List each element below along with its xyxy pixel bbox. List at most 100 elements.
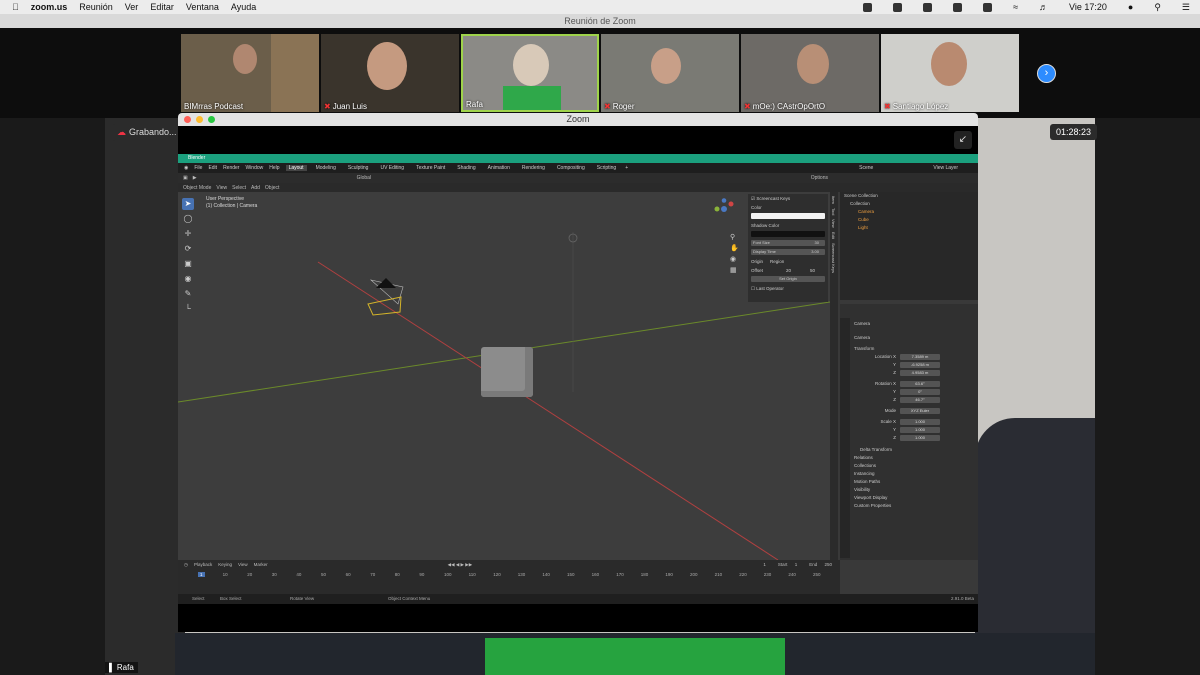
start-frame-field[interactable]: Start 1 (772, 562, 797, 567)
scale-tool-icon[interactable]: ▣ (182, 258, 194, 270)
menu-marker[interactable]: Marker (254, 562, 268, 567)
outliner-scene-collection[interactable]: Scene Collection (840, 192, 978, 200)
annotate-tool-icon[interactable]: ✎ (182, 288, 194, 300)
cube-object[interactable] (481, 347, 533, 397)
volume-icon[interactable]: ♬ (1039, 2, 1048, 12)
search-icon[interactable]: ⚲ (1154, 2, 1161, 13)
menu-item-ayuda[interactable]: Ayuda (231, 2, 256, 12)
font-size-field[interactable]: Font Size 30 (748, 239, 828, 248)
close-window-button[interactable] (184, 116, 191, 123)
participant-thumb[interactable]: ✖ mOe:) CAstrOpOrtO (741, 34, 879, 112)
tab-layout[interactable]: Layout (285, 165, 307, 171)
next-page-button[interactable]: › (1037, 64, 1056, 83)
record-tray-icon[interactable] (863, 2, 873, 12)
tab-view[interactable]: View (831, 219, 836, 228)
tab-edit[interactable]: Edit (831, 232, 836, 239)
scene-selector[interactable]: Scene (859, 165, 873, 171)
menubar-clock[interactable]: Vie 17:20 (1069, 2, 1107, 12)
minimize-window-button[interactable] (196, 116, 203, 123)
tab-compositing[interactable]: Compositing (554, 165, 588, 171)
menu-item-ver[interactable]: Ver (125, 2, 139, 12)
tab-animation[interactable]: Animation (485, 165, 513, 171)
app-menu[interactable]: zoom.us (31, 2, 68, 12)
tray-icon[interactable] (923, 2, 933, 12)
collections-section[interactable]: Collections (840, 462, 978, 470)
editor-type-icon[interactable]: ▣ (183, 175, 188, 181)
tab-texture-paint[interactable]: Texture Paint (413, 165, 448, 171)
collapse-icon[interactable]: ↙ (954, 131, 972, 149)
shadow-color-swatch[interactable] (748, 230, 828, 239)
tab-item[interactable]: Item (831, 196, 836, 204)
last-operator-checkbox[interactable]: ☐ Last Operator (748, 284, 828, 293)
object-name-field[interactable]: Camera (840, 320, 978, 328)
pan-view-icon[interactable]: ✋ (730, 243, 739, 254)
select-mode-icon[interactable]: ▶ (193, 175, 197, 181)
instancing-section[interactable]: Instancing (840, 470, 978, 478)
menu-render[interactable]: Render (223, 165, 239, 171)
grid-view-icon[interactable]: ▦ (730, 265, 739, 276)
participant-thumb[interactable]: ✖ Santiago López (881, 34, 1019, 112)
tray-icon[interactable] (953, 2, 963, 12)
viewport-display-section[interactable]: Viewport Display (840, 494, 978, 502)
measure-tool-icon[interactable]: └ (182, 303, 194, 315)
tab-screencast-keys[interactable]: Screencast Keys (831, 243, 836, 273)
outliner-cube[interactable]: Cube (840, 216, 978, 224)
relations-section[interactable]: Relations (840, 454, 978, 462)
tab-uv-editing[interactable]: UV Editing (377, 165, 407, 171)
rotation-z-field[interactable]: Z 46.7° (840, 396, 978, 404)
menu-file[interactable]: File (194, 165, 202, 171)
transform-tool-icon[interactable]: ◉ (182, 273, 194, 285)
recording-indicator[interactable]: ☁ Grabando... (112, 124, 183, 141)
menu-item-reunion[interactable]: Reunión (79, 2, 113, 12)
view-layer-selector[interactable]: View Layer (933, 165, 958, 171)
color-swatch[interactable] (748, 212, 828, 221)
scale-y-field[interactable]: Y 1.000 (840, 426, 978, 434)
menu-help[interactable]: Help (269, 165, 279, 171)
location-y-field[interactable]: Y -6.9258 m (840, 361, 978, 369)
battery-icon[interactable] (983, 2, 993, 12)
outliner-light[interactable]: Light (840, 224, 978, 232)
cursor-tool-icon[interactable]: ◯ (182, 213, 194, 225)
participant-thumb[interactable]: BIMrras Podcast (181, 34, 319, 112)
transform-section[interactable]: Transform (840, 345, 978, 353)
tab-tool[interactable]: Tool (831, 208, 836, 215)
offset-field[interactable]: Offset 20 50 (748, 266, 828, 275)
tab-modeling[interactable]: Modeling (313, 165, 339, 171)
tab-sculpting[interactable]: Sculpting (345, 165, 372, 171)
delta-transform-section[interactable]: Delta Transform (840, 446, 978, 454)
camera-view-icon[interactable]: ◉ (730, 254, 739, 265)
checkbox-icon[interactable]: ☑ (751, 196, 755, 201)
header-menu-add[interactable]: Add (251, 185, 260, 191)
display-time-field[interactable]: Display Time 3.00 (748, 248, 828, 257)
wifi-icon[interactable]: ≈ (1013, 2, 1018, 12)
move-tool-icon[interactable]: ✛ (182, 228, 194, 240)
participant-thumb[interactable]: ✖ Roger (601, 34, 739, 112)
zoom-view-icon[interactable]: ⚲ (730, 232, 739, 243)
list-icon[interactable]: ☰ (1182, 2, 1190, 13)
tab-rendering[interactable]: Rendering (519, 165, 548, 171)
menu-playback[interactable]: Playback (194, 562, 212, 567)
add-workspace-icon[interactable]: + (625, 165, 628, 171)
object-data-field[interactable]: Camera (840, 334, 978, 342)
header-menu-select[interactable]: Select (232, 185, 246, 191)
tab-scripting[interactable]: Scripting (594, 165, 619, 171)
tray-icon[interactable] (893, 2, 903, 12)
menu-item-editar[interactable]: Editar (150, 2, 174, 12)
menu-view[interactable]: View (238, 562, 248, 567)
scale-x-field[interactable]: Scale X 1.000 (840, 418, 978, 426)
origin-dropdown[interactable]: Origin Region (748, 257, 828, 266)
rotation-x-field[interactable]: Rotation X 63.6° (840, 380, 978, 388)
3d-viewport[interactable]: User Perspective (1) Collection | Camera… (178, 192, 830, 560)
apple-icon[interactable]:  (12, 2, 19, 12)
current-frame-field[interactable]: 1 (763, 562, 766, 567)
playback-controls[interactable]: ◀◀ ◀ ▶ ▶▶ (448, 562, 473, 568)
location-x-field[interactable]: Location X 7.3589 m (840, 353, 978, 361)
menu-item-ventana[interactable]: Ventana (186, 2, 219, 12)
end-frame-field[interactable]: End 250 (803, 562, 832, 567)
menu-edit[interactable]: Edit (208, 165, 217, 171)
participant-thumb[interactable]: ✖ Juan Luis (321, 34, 459, 112)
timeline-ruler[interactable]: 1 10 20 30 40 50 60 70 80 90 100 110 120 130 140 150 160… (198, 572, 821, 580)
rotate-tool-icon[interactable]: ⟳ (182, 243, 194, 255)
menu-window[interactable]: Window (245, 165, 263, 171)
screencast-title[interactable]: ☑ Screencast Keys (748, 194, 828, 203)
